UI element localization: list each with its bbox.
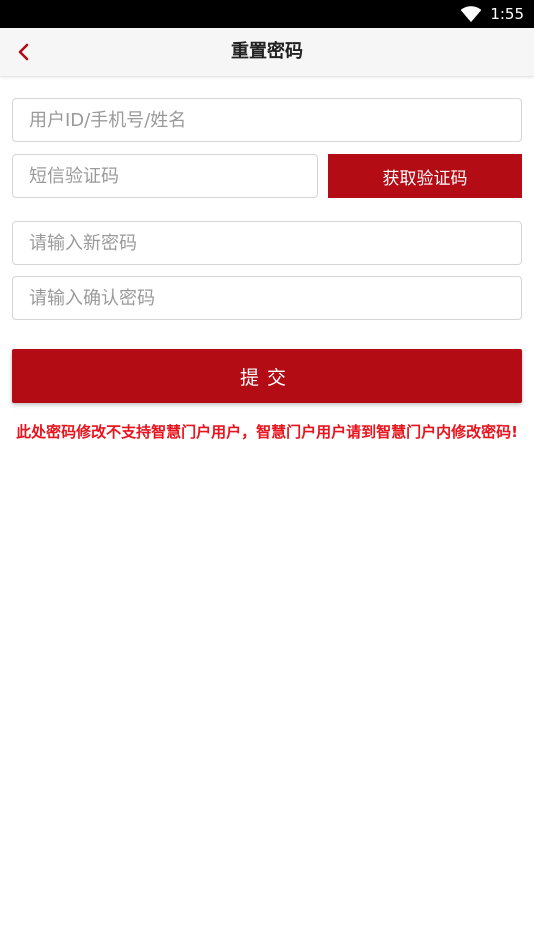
- status-time: 1:55: [490, 5, 524, 23]
- submit-button[interactable]: 提交: [12, 349, 522, 403]
- status-bar: 1:55: [0, 0, 534, 28]
- notice-text: 此处密码修改不支持智慧门户用户，智慧门户用户请到智慧门户内修改密码!: [16, 423, 518, 441]
- new-password-input[interactable]: [12, 221, 522, 265]
- sms-code-input[interactable]: [12, 154, 318, 198]
- user-id-input[interactable]: [12, 98, 522, 142]
- confirm-password-input[interactable]: [12, 276, 522, 320]
- wifi-icon: [460, 6, 482, 23]
- page-title: 重置密码: [231, 41, 303, 62]
- app-bar: 重置密码: [0, 28, 534, 77]
- get-code-button[interactable]: 获取验证码: [328, 154, 522, 198]
